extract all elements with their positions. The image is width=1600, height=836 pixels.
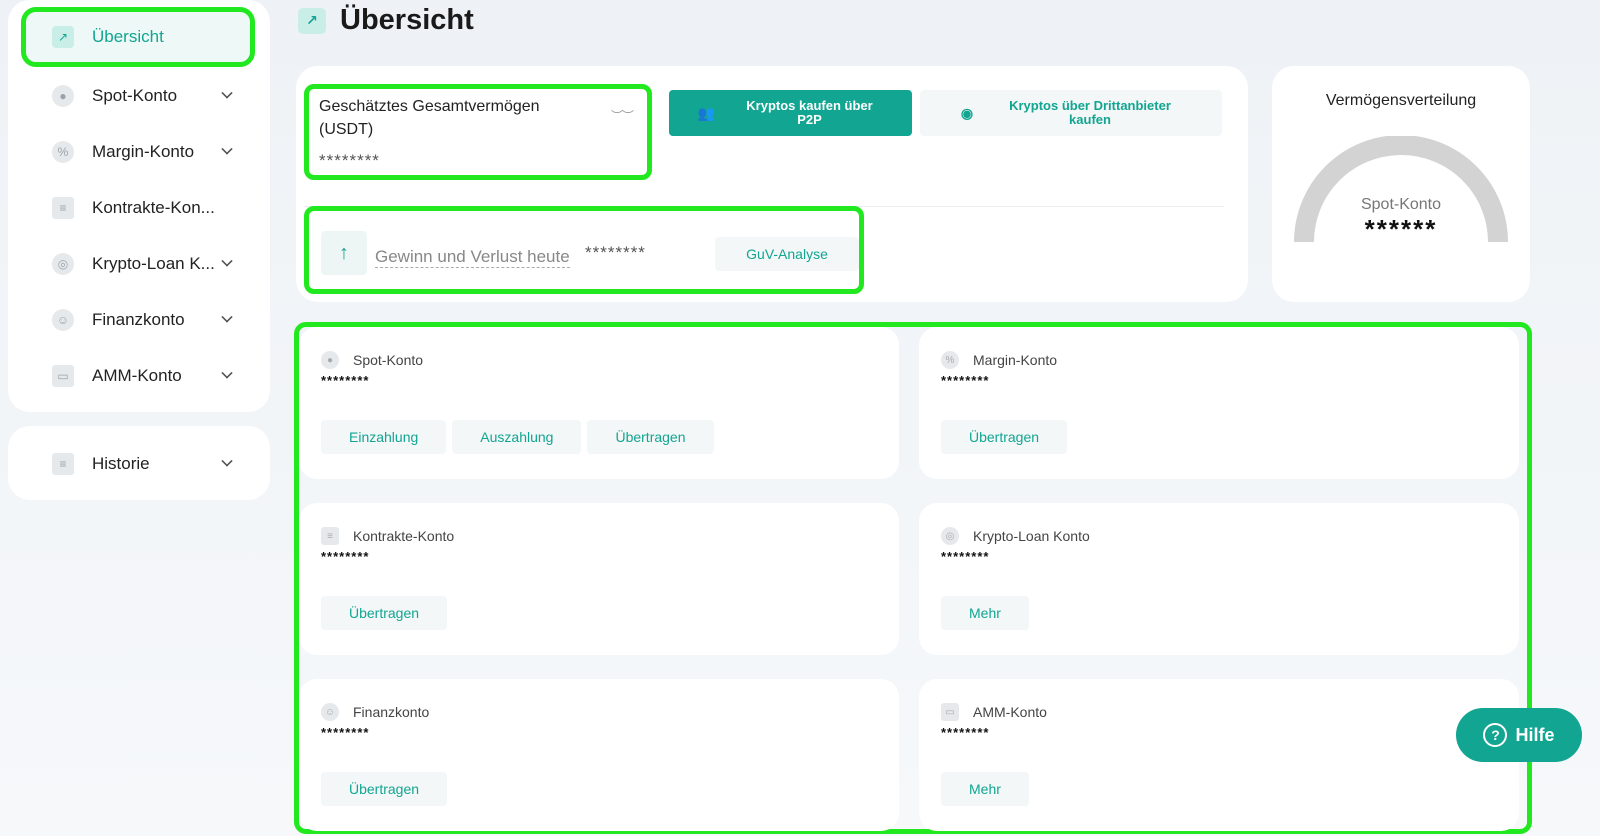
account-value: ******** bbox=[321, 373, 370, 388]
sidebar-item-contracts[interactable]: ≡ Kontrakte-Kon... bbox=[18, 180, 260, 236]
sidebar-item-label: Finanzkonto bbox=[92, 310, 185, 329]
sidebar-item-history[interactable]: ≡ Historie bbox=[18, 436, 260, 492]
pnl-label[interactable]: Gewinn und Verlust heute bbox=[375, 247, 570, 268]
estimated-assets-title: Geschätztes Gesamtvermögen (USDT) bbox=[319, 98, 540, 138]
question-icon: ? bbox=[1483, 723, 1508, 747]
eye-closed-icon[interactable]: ︶︶ bbox=[611, 107, 634, 124]
sidebar-item-overview[interactable]: ↗ Übersicht bbox=[21, 7, 255, 67]
sidebar-item-label: Übersicht bbox=[92, 27, 164, 46]
account-value: ******** bbox=[941, 549, 990, 564]
summary-card: Geschätztes Gesamtvermögen (USDT) ︶︶ ***… bbox=[296, 66, 1248, 302]
percent-icon: % bbox=[941, 351, 959, 369]
more-button[interactable]: Mehr bbox=[941, 772, 1029, 806]
account-card-finance: ☺ Finanzkonto ******** Übertragen bbox=[299, 679, 899, 831]
sidebar-nav: ↗ Übersicht ● Spot-Konto % Margin-Konto … bbox=[8, 0, 270, 412]
sidebar: ↗ Übersicht ● Spot-Konto % Margin-Konto … bbox=[8, 0, 270, 500]
distribution-title: Vermögensverteilung bbox=[1325, 92, 1477, 109]
account-value: ******** bbox=[321, 549, 370, 564]
sidebar-history-card: ≡ Historie bbox=[8, 426, 270, 500]
history-icon: ≡ bbox=[52, 453, 74, 475]
accounts-grid: ● Spot-Konto ******** Einzahlung Auszahlu… bbox=[294, 322, 1532, 834]
sidebar-item-label: Spot-Konto bbox=[92, 86, 178, 105]
chevron-down-icon[interactable] bbox=[221, 143, 233, 155]
page-title-text: Übersicht bbox=[340, 4, 474, 36]
distribution-label: Spot-Konto bbox=[1360, 196, 1442, 213]
sidebar-item-spot[interactable]: ● Spot-Konto bbox=[18, 68, 260, 124]
account-value: ******** bbox=[941, 373, 990, 388]
chevron-down-icon[interactable] bbox=[221, 311, 233, 323]
account-name: Krypto-Loan Konto bbox=[973, 528, 1090, 544]
transfer-button[interactable]: Übertragen bbox=[321, 772, 448, 806]
deposit-button[interactable]: Einzahlung bbox=[321, 420, 447, 454]
arrow-up-icon: ↑ bbox=[321, 231, 367, 275]
sidebar-item-label: Kontrakte-Kon... bbox=[92, 198, 215, 217]
more-button[interactable]: Mehr bbox=[941, 596, 1029, 630]
account-name: Spot-Konto bbox=[353, 352, 424, 368]
account-name: Margin-Konto bbox=[973, 352, 1058, 368]
account-card-contracts: ≡ Kontrakte-Konto ******** Übertragen bbox=[299, 503, 899, 655]
chevron-down-icon[interactable] bbox=[221, 455, 233, 467]
chevron-down-icon[interactable] bbox=[221, 255, 233, 267]
sidebar-item-margin[interactable]: % Margin-Konto bbox=[18, 124, 260, 180]
person-icon: ☺ bbox=[321, 703, 339, 721]
amm-icon: ▭ bbox=[941, 703, 959, 721]
buy-third-party-button[interactable]: ◉ Kryptos über Drittanbieter kaufen bbox=[920, 90, 1222, 136]
pnl-today: ↑ Gewinn und Verlust heute ******** GuV-… bbox=[304, 206, 864, 294]
account-name: AMM-Konto bbox=[973, 704, 1047, 720]
withdraw-button[interactable]: Auszahlung bbox=[452, 420, 582, 454]
sidebar-item-crypto-loan[interactable]: ◎ Krypto-Loan K... bbox=[18, 236, 260, 292]
sidebar-item-label: Margin-Konto bbox=[92, 142, 195, 161]
buy-p2p-button[interactable]: 👥 Kryptos kaufen über P2P bbox=[669, 90, 912, 136]
chart-icon: ↗ bbox=[52, 26, 74, 48]
document-icon: ≡ bbox=[52, 197, 74, 219]
estimated-assets-value: ******** bbox=[319, 151, 380, 170]
loan-icon: ◎ bbox=[52, 253, 74, 275]
account-card-spot: ● Spot-Konto ******** Einzahlung Auszahlu… bbox=[299, 327, 899, 479]
account-value: ******** bbox=[941, 725, 990, 740]
help-button[interactable]: ? Hilfe bbox=[1456, 708, 1582, 762]
account-card-crypto-loan: ◎ Krypto-Loan Konto ******** Mehr bbox=[919, 503, 1519, 655]
sidebar-item-amm[interactable]: ▭ AMM-Konto bbox=[18, 348, 260, 404]
sidebar-item-label: Krypto-Loan K... bbox=[92, 254, 215, 273]
coin-icon: ● bbox=[52, 85, 74, 107]
percent-icon: % bbox=[52, 141, 74, 163]
pnl-analysis-button[interactable]: GuV-Analyse bbox=[715, 237, 859, 271]
coin-icon: ● bbox=[321, 351, 339, 369]
account-card-amm: ▭ AMM-Konto ******** Mehr bbox=[919, 679, 1519, 831]
transfer-button[interactable]: Übertragen bbox=[321, 596, 448, 630]
chevron-down-icon[interactable] bbox=[221, 87, 233, 99]
transfer-button[interactable]: Übertragen bbox=[587, 420, 714, 454]
sidebar-item-finance[interactable]: ☺ Finanzkonto bbox=[18, 292, 260, 348]
account-name: Finanzkonto bbox=[353, 704, 430, 720]
loan-icon: ◎ bbox=[941, 527, 959, 545]
buy-p2p-label: Kryptos kaufen über P2P bbox=[746, 98, 873, 127]
asset-distribution-card: Vermögensverteilung Spot-Konto ****** bbox=[1272, 66, 1530, 302]
account-card-margin: % Margin-Konto ******** Übertragen bbox=[919, 327, 1519, 479]
chart-icon: ↗ bbox=[298, 7, 326, 34]
person-icon: ☺ bbox=[52, 309, 74, 331]
wallet-icon: ◉ bbox=[960, 105, 974, 121]
sidebar-item-label: Historie bbox=[92, 454, 150, 473]
distribution-value: ****** bbox=[1364, 214, 1438, 244]
account-name: Kontrakte-Konto bbox=[353, 528, 455, 544]
page-title: ↗ Übersicht bbox=[298, 4, 474, 37]
document-icon: ≡ bbox=[321, 527, 339, 545]
account-value: ******** bbox=[321, 725, 370, 740]
help-label: Hilfe bbox=[1515, 724, 1555, 745]
users-icon: 👥 bbox=[697, 105, 716, 121]
buy-third-party-label: Kryptos über Drittanbieter kaufen bbox=[1009, 98, 1171, 127]
pnl-value: ******** bbox=[585, 243, 646, 262]
amm-icon: ▭ bbox=[52, 365, 74, 387]
sidebar-item-label: AMM-Konto bbox=[92, 366, 182, 385]
estimated-assets: Geschätztes Gesamtvermögen (USDT) ︶︶ ***… bbox=[304, 84, 652, 180]
chevron-down-icon[interactable] bbox=[221, 367, 233, 379]
transfer-button[interactable]: Übertragen bbox=[941, 420, 1068, 454]
